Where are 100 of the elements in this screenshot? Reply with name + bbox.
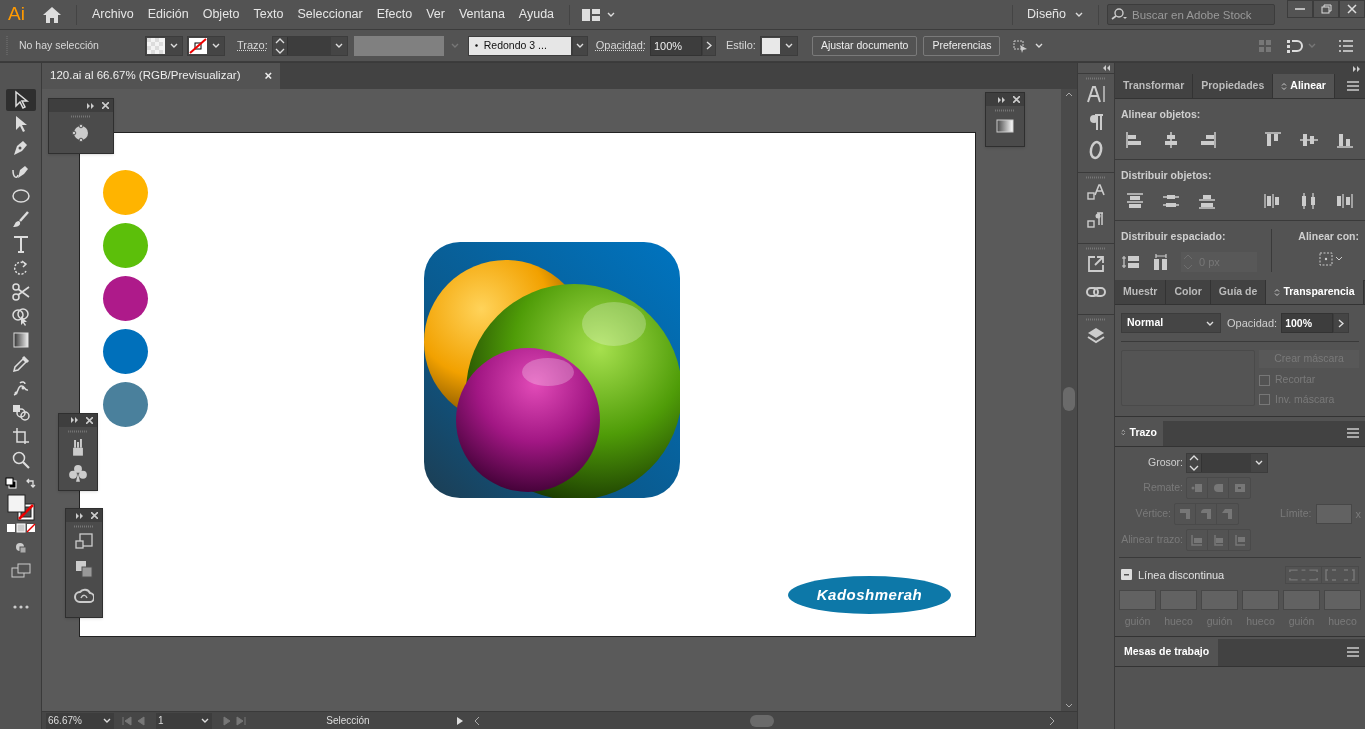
blend-mode-dropdown[interactable]: Normal <box>1121 313 1221 334</box>
search-icon <box>1111 8 1127 20</box>
dash-field[interactable] <box>1242 589 1279 610</box>
align-top-icon[interactable] <box>1263 130 1283 149</box>
swap-arrows-icon[interactable] <box>24 477 37 489</box>
dash-field[interactable] <box>1324 589 1361 610</box>
stroke-none-swatch-icon[interactable] <box>188 36 208 55</box>
screen-mode-icon[interactable] <box>10 563 31 579</box>
panel-tab[interactable]: Alinear <box>1273 74 1335 98</box>
scroll-left-icon[interactable] <box>474 715 480 726</box>
club-symbol-icon[interactable] <box>68 463 88 483</box>
dash-field[interactable] <box>1119 589 1156 610</box>
stock-search-field[interactable]: Buscar en Adobe Stock <box>1107 4 1275 25</box>
panel-tab[interactable]: Transparencia <box>1266 280 1364 305</box>
menu-item[interactable]: Texto <box>246 5 291 24</box>
panel-tab[interactable]: Guía de <box>1210 280 1267 305</box>
menu-item[interactable]: Edición <box>140 5 196 24</box>
brush-dropdown[interactable]: Redondo 3 ... <box>467 35 572 56</box>
layers-icon[interactable] <box>1086 325 1106 345</box>
align-stroke-inside-icon <box>1212 533 1224 546</box>
opacity-field[interactable]: 100% <box>1281 313 1334 334</box>
collapse-arrows-icon[interactable] <box>1353 66 1361 72</box>
character-icon[interactable] <box>1086 84 1106 104</box>
minimize-button[interactable] <box>1287 0 1313 18</box>
limit-field[interactable] <box>1315 503 1352 524</box>
section-label: Alinear con: <box>1298 228 1359 244</box>
fill-stroke-icon[interactable] <box>5 493 36 521</box>
panel-menu-icon[interactable] <box>1347 81 1359 91</box>
menu-item[interactable]: Ventana <box>451 5 512 24</box>
panel-tab[interactable]: Color <box>1166 280 1211 305</box>
panel-menu-icon[interactable] <box>1347 646 1359 657</box>
menu-item[interactable]: Ver <box>419 5 452 24</box>
opacity-field[interactable]: 100% <box>649 35 702 56</box>
menu-item[interactable]: Seleccionar <box>290 5 370 24</box>
tool-button[interactable] <box>5 89 36 111</box>
scroll-down-icon[interactable] <box>1065 703 1073 709</box>
updown-arrows-icon <box>1281 81 1288 91</box>
default-colors-icon[interactable] <box>4 477 17 489</box>
artboards-icon[interactable] <box>74 532 94 552</box>
panel-tab[interactable]: Muestr <box>1115 280 1167 305</box>
chevron-down-icon[interactable] <box>1034 41 1045 50</box>
section-label: Línea discontinua <box>1138 567 1225 583</box>
workspace-dropdown[interactable]: Diseño <box>1021 5 1090 24</box>
vertical-scrollbar-thumb[interactable] <box>1063 387 1075 411</box>
stroke-weight-field[interactable] <box>271 35 348 56</box>
collapse-arrows-icon[interactable] <box>87 102 94 109</box>
scroll-right-icon[interactable] <box>1049 715 1055 726</box>
distribute-right-icon[interactable] <box>1335 191 1355 210</box>
close-icon[interactable] <box>102 102 109 109</box>
collapse-arrows-icon[interactable] <box>76 512 83 519</box>
document-tab[interactable]: 120.ai al 66.67% (RGB/Previsualizar) × <box>42 63 281 89</box>
panel-menu-icon[interactable] <box>1347 427 1359 438</box>
more-dots-icon[interactable] <box>12 605 29 609</box>
close-icon <box>1346 3 1358 15</box>
dash-field[interactable] <box>1283 589 1320 610</box>
artboard-number-dropdown[interactable]: 1 <box>156 712 212 729</box>
collapse-toggle-icon[interactable] <box>1121 569 1132 581</box>
arrow-button[interactable] <box>1333 313 1350 334</box>
toolbar-button[interactable]: Ajustar documento <box>811 35 918 56</box>
panel-menu-icon[interactable] <box>1339 39 1353 52</box>
expand-arrows-icon[interactable] <box>1102 65 1110 71</box>
dash-field[interactable] <box>1160 589 1197 610</box>
draw-mode-icon[interactable] <box>13 541 28 555</box>
chevron-down-icon[interactable] <box>606 10 617 19</box>
restore-button[interactable] <box>1313 0 1339 18</box>
menu-item[interactable]: Efecto <box>369 5 420 24</box>
close-button[interactable] <box>1339 0 1365 18</box>
layout-grid-icon[interactable] <box>582 8 601 21</box>
close-icon[interactable] <box>86 416 93 424</box>
play-arrow-icon[interactable] <box>456 715 464 726</box>
gradient-icon[interactable] <box>995 116 1015 136</box>
pathfinder-icon[interactable] <box>74 559 94 579</box>
fill-swatch-icon[interactable] <box>146 36 166 55</box>
close-icon[interactable] <box>91 512 98 519</box>
scroll-up-icon[interactable] <box>1065 91 1073 97</box>
paragraph-styles-icon[interactable] <box>1086 211 1106 231</box>
chevron-right-icon <box>1338 318 1345 328</box>
style-swatch-icon[interactable] <box>760 36 781 55</box>
align-to-selection-icon[interactable] <box>1319 252 1345 267</box>
distribute-top-icon[interactable] <box>1125 191 1145 210</box>
stroke-weight-field[interactable] <box>1186 452 1268 473</box>
collapse-arrows-icon[interactable] <box>998 96 1005 103</box>
anchor-circle-icon[interactable] <box>71 122 91 142</box>
toolbar-button[interactable]: Preferencias <box>923 35 1001 56</box>
horizontal-scrollbar-thumb[interactable] <box>750 714 774 727</box>
menu-item[interactable]: Objeto <box>195 5 247 24</box>
close-icon[interactable] <box>1013 96 1020 103</box>
collapse-arrows-icon[interactable] <box>71 417 78 424</box>
zoom-dropdown[interactable]: 66.67% <box>46 712 114 729</box>
opacity-label: Opacidad: <box>1227 316 1278 331</box>
export-icon[interactable] <box>1086 254 1106 274</box>
home-icon[interactable] <box>42 5 62 24</box>
menu-item[interactable]: Archivo <box>85 5 141 24</box>
color-mode-icon[interactable] <box>5 523 36 533</box>
menu-item[interactable]: Ayuda <box>511 5 562 24</box>
dash-field[interactable] <box>1201 589 1238 610</box>
tab-close-button[interactable]: × <box>264 66 273 86</box>
character-styles-icon[interactable] <box>1086 183 1106 203</box>
panel-tab[interactable]: Trazo <box>1115 419 1163 446</box>
panel-tab[interactable]: Mesas de trabajo <box>1115 637 1219 666</box>
